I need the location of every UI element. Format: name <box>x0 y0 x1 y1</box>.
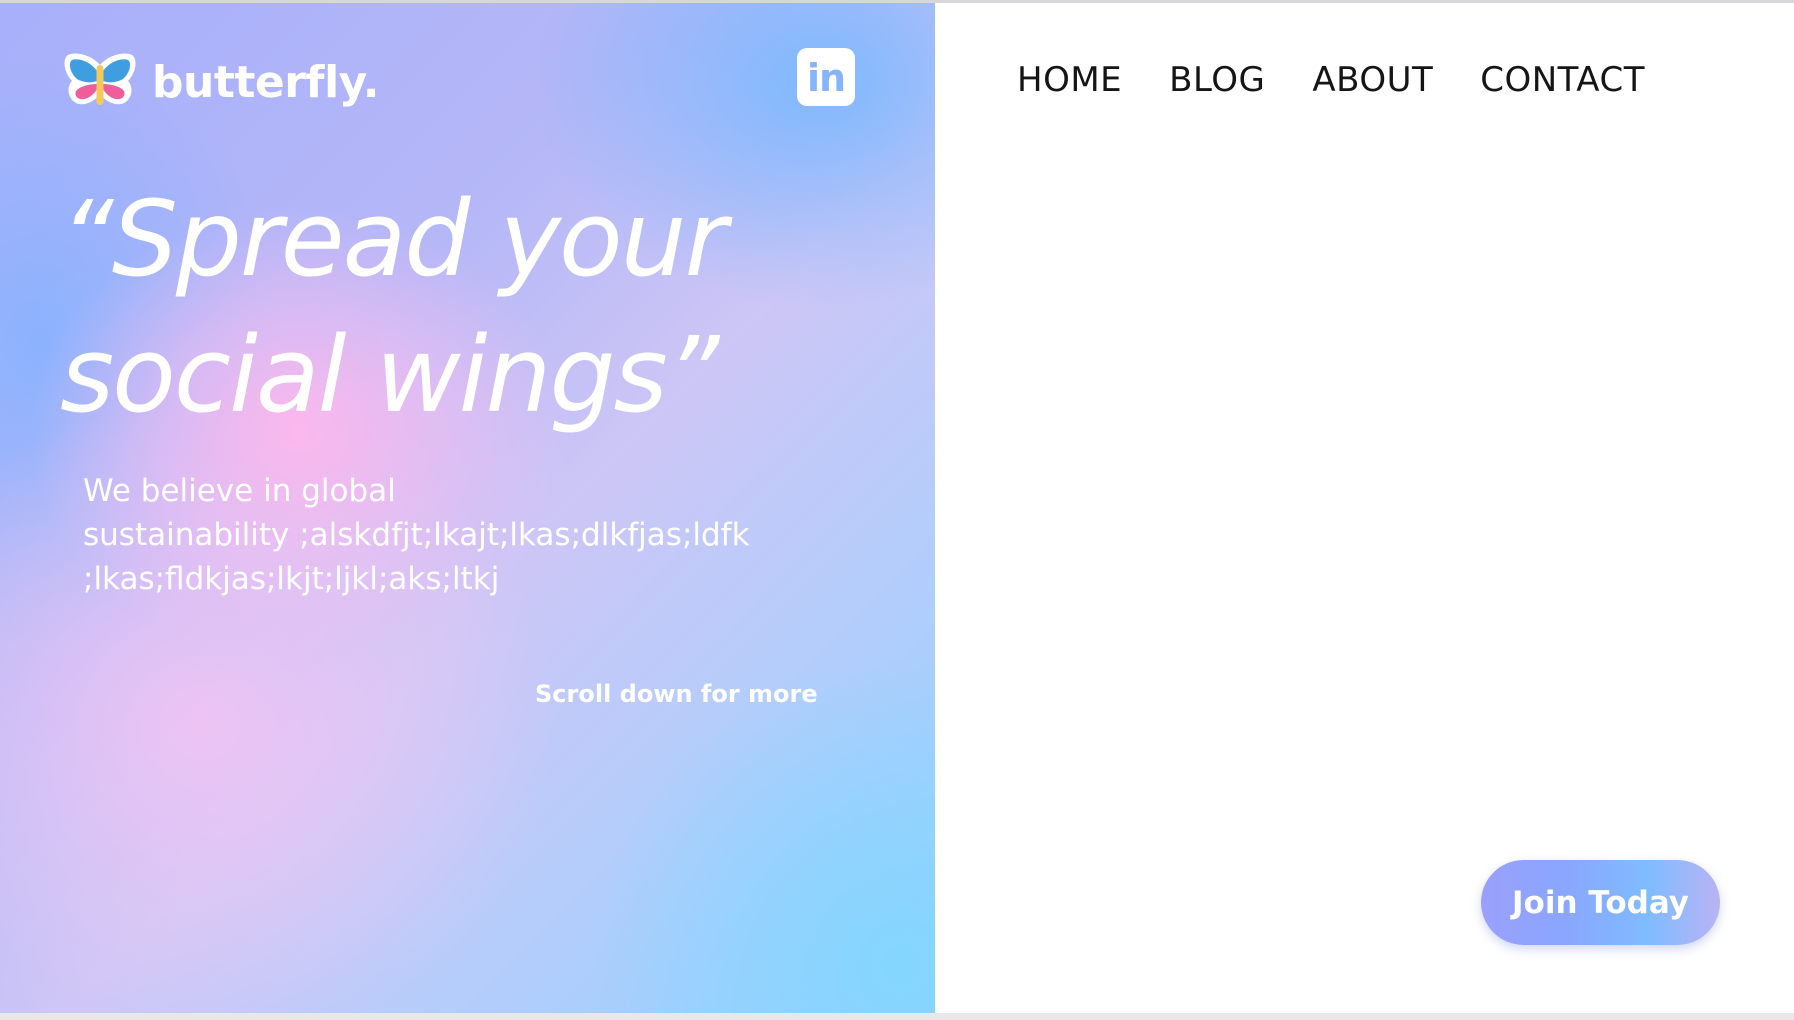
linkedin-button[interactable]: in <box>797 48 855 106</box>
main-nav: HOME BLOG ABOUT CONTACT <box>1017 60 1645 100</box>
hero-description-line-2: sustainability ;alskdfjt;lkajt;lkas;dlkf… <box>83 517 750 553</box>
nav-item-home[interactable]: HOME <box>1017 60 1122 100</box>
hero-headline: “Spread your social wings” <box>60 171 860 443</box>
nav-item-blog[interactable]: BLOG <box>1169 60 1265 100</box>
butterfly-logo-icon <box>64 53 136 105</box>
brand-logo[interactable]: butterfly. <box>62 51 380 113</box>
hero-description-line-3: ;lkas;fldkjas;lkjt;ljkl;aks;ltkj <box>83 561 500 597</box>
hero-description: We believe in global sustainability ;als… <box>83 469 750 601</box>
join-today-button[interactable]: Join Today <box>1481 860 1720 945</box>
hero-headline-line-2: social wings” <box>60 314 720 436</box>
nav-item-about[interactable]: ABOUT <box>1312 60 1433 100</box>
bottom-border <box>0 1013 1794 1020</box>
hero-panel: butterfly. in “Spread your social wings”… <box>0 3 935 1013</box>
brand-name: butterfly. <box>152 57 380 108</box>
hero-headline-line-1: “Spread your <box>60 178 727 300</box>
hero-description-line-1: We believe in global <box>83 473 396 509</box>
linkedin-icon: in <box>806 56 846 100</box>
scroll-down-link[interactable]: Scroll down for more <box>535 680 818 708</box>
nav-item-contact[interactable]: CONTACT <box>1480 60 1645 100</box>
page: butterfly. in “Spread your social wings”… <box>0 0 1794 1020</box>
